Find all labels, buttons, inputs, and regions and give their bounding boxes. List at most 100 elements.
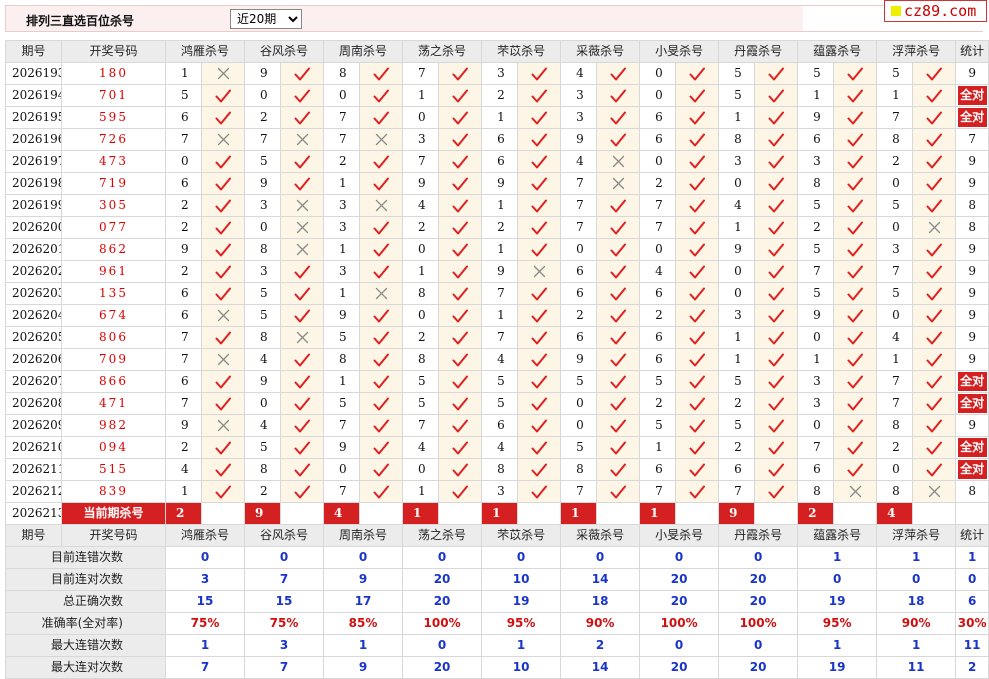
stats-value: 2 bbox=[955, 656, 989, 679]
check-icon bbox=[517, 480, 562, 503]
check-icon bbox=[280, 480, 325, 503]
kill-pick: 8 bbox=[323, 62, 361, 85]
check-icon bbox=[517, 238, 562, 261]
check-icon bbox=[200, 172, 246, 195]
check-icon bbox=[754, 84, 799, 107]
check-icon bbox=[280, 414, 325, 437]
kill-pick: 0 bbox=[323, 458, 361, 481]
check-icon bbox=[754, 194, 799, 217]
check-icon bbox=[359, 458, 404, 481]
check-icon bbox=[359, 260, 404, 283]
check-icon bbox=[754, 106, 799, 129]
period-select[interactable]: 近20期 bbox=[230, 9, 302, 29]
check-icon bbox=[517, 150, 562, 173]
table-row: 2026204 674 6 5 9 0 1 2 2 3 9 0 9 bbox=[5, 304, 989, 327]
check-icon bbox=[359, 62, 404, 85]
kill-pick: 5 bbox=[165, 84, 202, 107]
kill-pick: 8 bbox=[244, 238, 282, 261]
check-icon bbox=[438, 436, 483, 459]
cross-icon bbox=[596, 172, 641, 195]
stats-value: 14 bbox=[560, 656, 641, 679]
site-logo[interactable]: cz89.com bbox=[884, 0, 987, 22]
check-icon bbox=[912, 194, 957, 217]
check-icon bbox=[833, 194, 878, 217]
check-icon bbox=[280, 106, 325, 129]
check-icon bbox=[675, 370, 720, 393]
kill-pick: 3 bbox=[718, 150, 756, 173]
stats-value: 18 bbox=[876, 590, 957, 613]
col-expert-header: 谷风杀号 bbox=[244, 524, 325, 547]
stats-value: 17 bbox=[323, 590, 404, 613]
stats-value: 10 bbox=[481, 568, 562, 591]
cross-icon bbox=[200, 128, 246, 151]
page-title: 排列三直选百位杀号 bbox=[26, 14, 135, 28]
full-correct-badge: 全对 bbox=[957, 372, 987, 391]
kill-pick: 3 bbox=[797, 370, 835, 393]
check-icon bbox=[596, 304, 641, 327]
current-kill-blank bbox=[833, 502, 878, 525]
check-icon bbox=[833, 282, 878, 305]
check-icon bbox=[912, 414, 957, 437]
check-icon bbox=[596, 194, 641, 217]
stats-value: 90% bbox=[560, 612, 641, 635]
check-icon bbox=[359, 150, 404, 173]
col-expert-header: 小旻杀号 bbox=[639, 524, 720, 547]
kill-pick: 6 bbox=[481, 414, 519, 437]
kill-pick: 5 bbox=[876, 194, 914, 217]
winning-number: 674 bbox=[61, 304, 166, 327]
kill-pick: 0 bbox=[244, 84, 282, 107]
kill-pick: 0 bbox=[402, 238, 440, 261]
winning-number: 305 bbox=[61, 194, 166, 217]
check-icon bbox=[833, 150, 878, 173]
col-expert-header: 蕴露杀号 bbox=[797, 524, 878, 547]
kill-pick: 0 bbox=[402, 304, 440, 327]
check-icon bbox=[438, 194, 483, 217]
current-kill-blank bbox=[359, 502, 404, 525]
kill-pick: 1 bbox=[639, 436, 677, 459]
kill-pick: 1 bbox=[165, 62, 202, 85]
check-icon bbox=[675, 238, 720, 261]
correct-count: 9 bbox=[968, 66, 976, 80]
stats-value: 0 bbox=[718, 546, 799, 569]
check-icon bbox=[675, 282, 720, 305]
current-kill-row: 2026213 当前期杀号 2 9 4 1 1 1 1 9 2 4 bbox=[5, 502, 989, 525]
current-kill-pick: 4 bbox=[323, 502, 361, 525]
kill-pick: 9 bbox=[797, 106, 835, 129]
current-kill-pick: 4 bbox=[876, 502, 914, 525]
kill-pick: 8 bbox=[402, 348, 440, 371]
kill-pick: 0 bbox=[718, 260, 756, 283]
stats-value: 75% bbox=[244, 612, 325, 635]
check-icon bbox=[359, 348, 404, 371]
kill-pick: 7 bbox=[560, 480, 598, 503]
check-icon bbox=[438, 216, 483, 239]
stats-value: 9 bbox=[323, 656, 404, 679]
kill-pick: 2 bbox=[165, 216, 202, 239]
issue-number: 2026209 bbox=[5, 414, 62, 437]
kill-pick: 9 bbox=[718, 238, 756, 261]
check-icon bbox=[517, 172, 562, 195]
stats-row: 最大连对次数 7 7 9 20 10 14 20 20 19 11 2 bbox=[5, 656, 989, 679]
stats-value: 1 bbox=[955, 546, 989, 569]
kill-pick: 0 bbox=[718, 172, 756, 195]
kill-pick: 6 bbox=[639, 348, 677, 371]
check-icon bbox=[833, 370, 878, 393]
check-icon bbox=[517, 282, 562, 305]
cross-icon bbox=[912, 216, 957, 239]
row-stat: 9 bbox=[955, 282, 989, 305]
kill-pick: 8 bbox=[481, 458, 519, 481]
check-icon bbox=[596, 326, 641, 349]
kill-pick: 0 bbox=[244, 216, 282, 239]
stats-value: 0 bbox=[481, 546, 562, 569]
check-icon bbox=[754, 392, 799, 415]
kill-pick: 8 bbox=[876, 480, 914, 503]
kill-pick: 3 bbox=[481, 62, 519, 85]
kill-pick: 7 bbox=[560, 194, 598, 217]
check-icon bbox=[438, 150, 483, 173]
row-stat: 9 bbox=[955, 414, 989, 437]
kill-pick: 6 bbox=[481, 150, 519, 173]
check-icon bbox=[200, 84, 246, 107]
kill-pick: 7 bbox=[165, 348, 202, 371]
check-icon bbox=[833, 458, 878, 481]
kill-pick: 4 bbox=[481, 348, 519, 371]
kill-pick: 8 bbox=[876, 414, 914, 437]
